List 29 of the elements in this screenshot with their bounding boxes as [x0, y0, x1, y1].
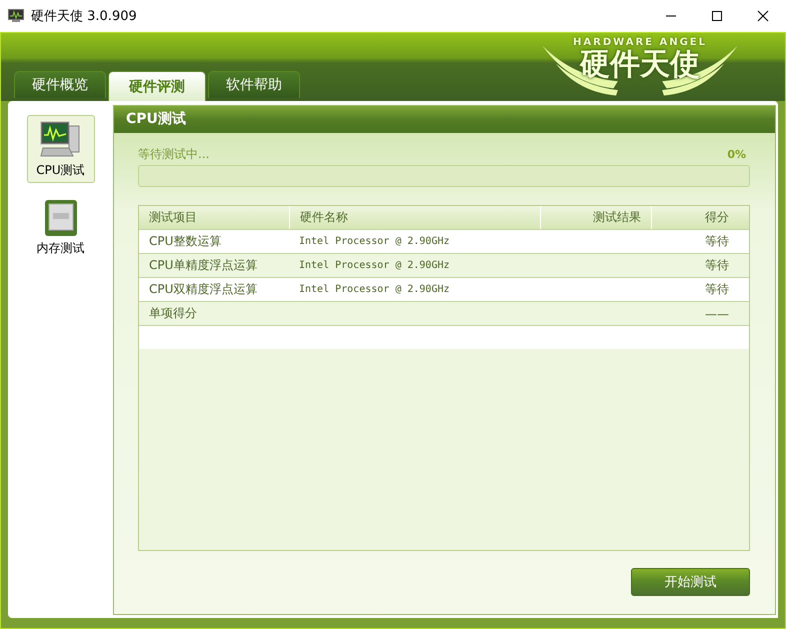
- table-cell-text: ——: [704, 306, 730, 322]
- table-cell-text: CPU双精度浮点运算: [148, 281, 258, 298]
- table-cell-text: Intel Processor @ 2.90GHz: [298, 283, 451, 297]
- tab[interactable]: 硬件概览: [14, 71, 106, 98]
- table-cell-text: 单项得分: [148, 305, 198, 322]
- window-title: 硬件天使 3.0.909: [31, 8, 137, 25]
- table-cell-text: CPU单精度浮点运算: [148, 257, 258, 274]
- start-test-button[interactable]: 开始测试: [631, 568, 750, 596]
- table-cell-text: Intel Processor @ 2.90GHz: [298, 259, 451, 273]
- tab[interactable]: 软件帮助: [208, 71, 300, 98]
- table-cell-text: CPU整数运算: [148, 233, 222, 250]
- sidebar-item[interactable]: CPU测试: [26, 115, 94, 183]
- sidebar-item[interactable]: 内存测试: [26, 193, 94, 261]
- table-cell-text: 等待: [704, 281, 730, 298]
- status-text: 等待测试中...: [138, 146, 210, 162]
- table-cell-text: Intel Processor @ 2.90GHz: [298, 235, 451, 249]
- column-header[interactable]: 测试结果: [541, 206, 652, 229]
- app-icon: [8, 9, 24, 23]
- tab[interactable]: 硬件评测: [108, 71, 206, 101]
- table-cell-text: 等待: [704, 233, 730, 250]
- column-header[interactable]: 测试项目: [139, 206, 290, 229]
- column-header[interactable]: 得分: [652, 206, 749, 229]
- table-cell-text: 等待: [704, 257, 730, 274]
- computer-icon: [38, 120, 82, 160]
- column-header[interactable]: 硬件名称: [290, 206, 541, 229]
- logo-text: 硬件天使: [580, 48, 700, 82]
- logo-tagline: HARDWARE ANGEL: [573, 37, 707, 48]
- progress-percent: 0%: [727, 148, 747, 160]
- panel-title: CPU测试: [114, 106, 775, 133]
